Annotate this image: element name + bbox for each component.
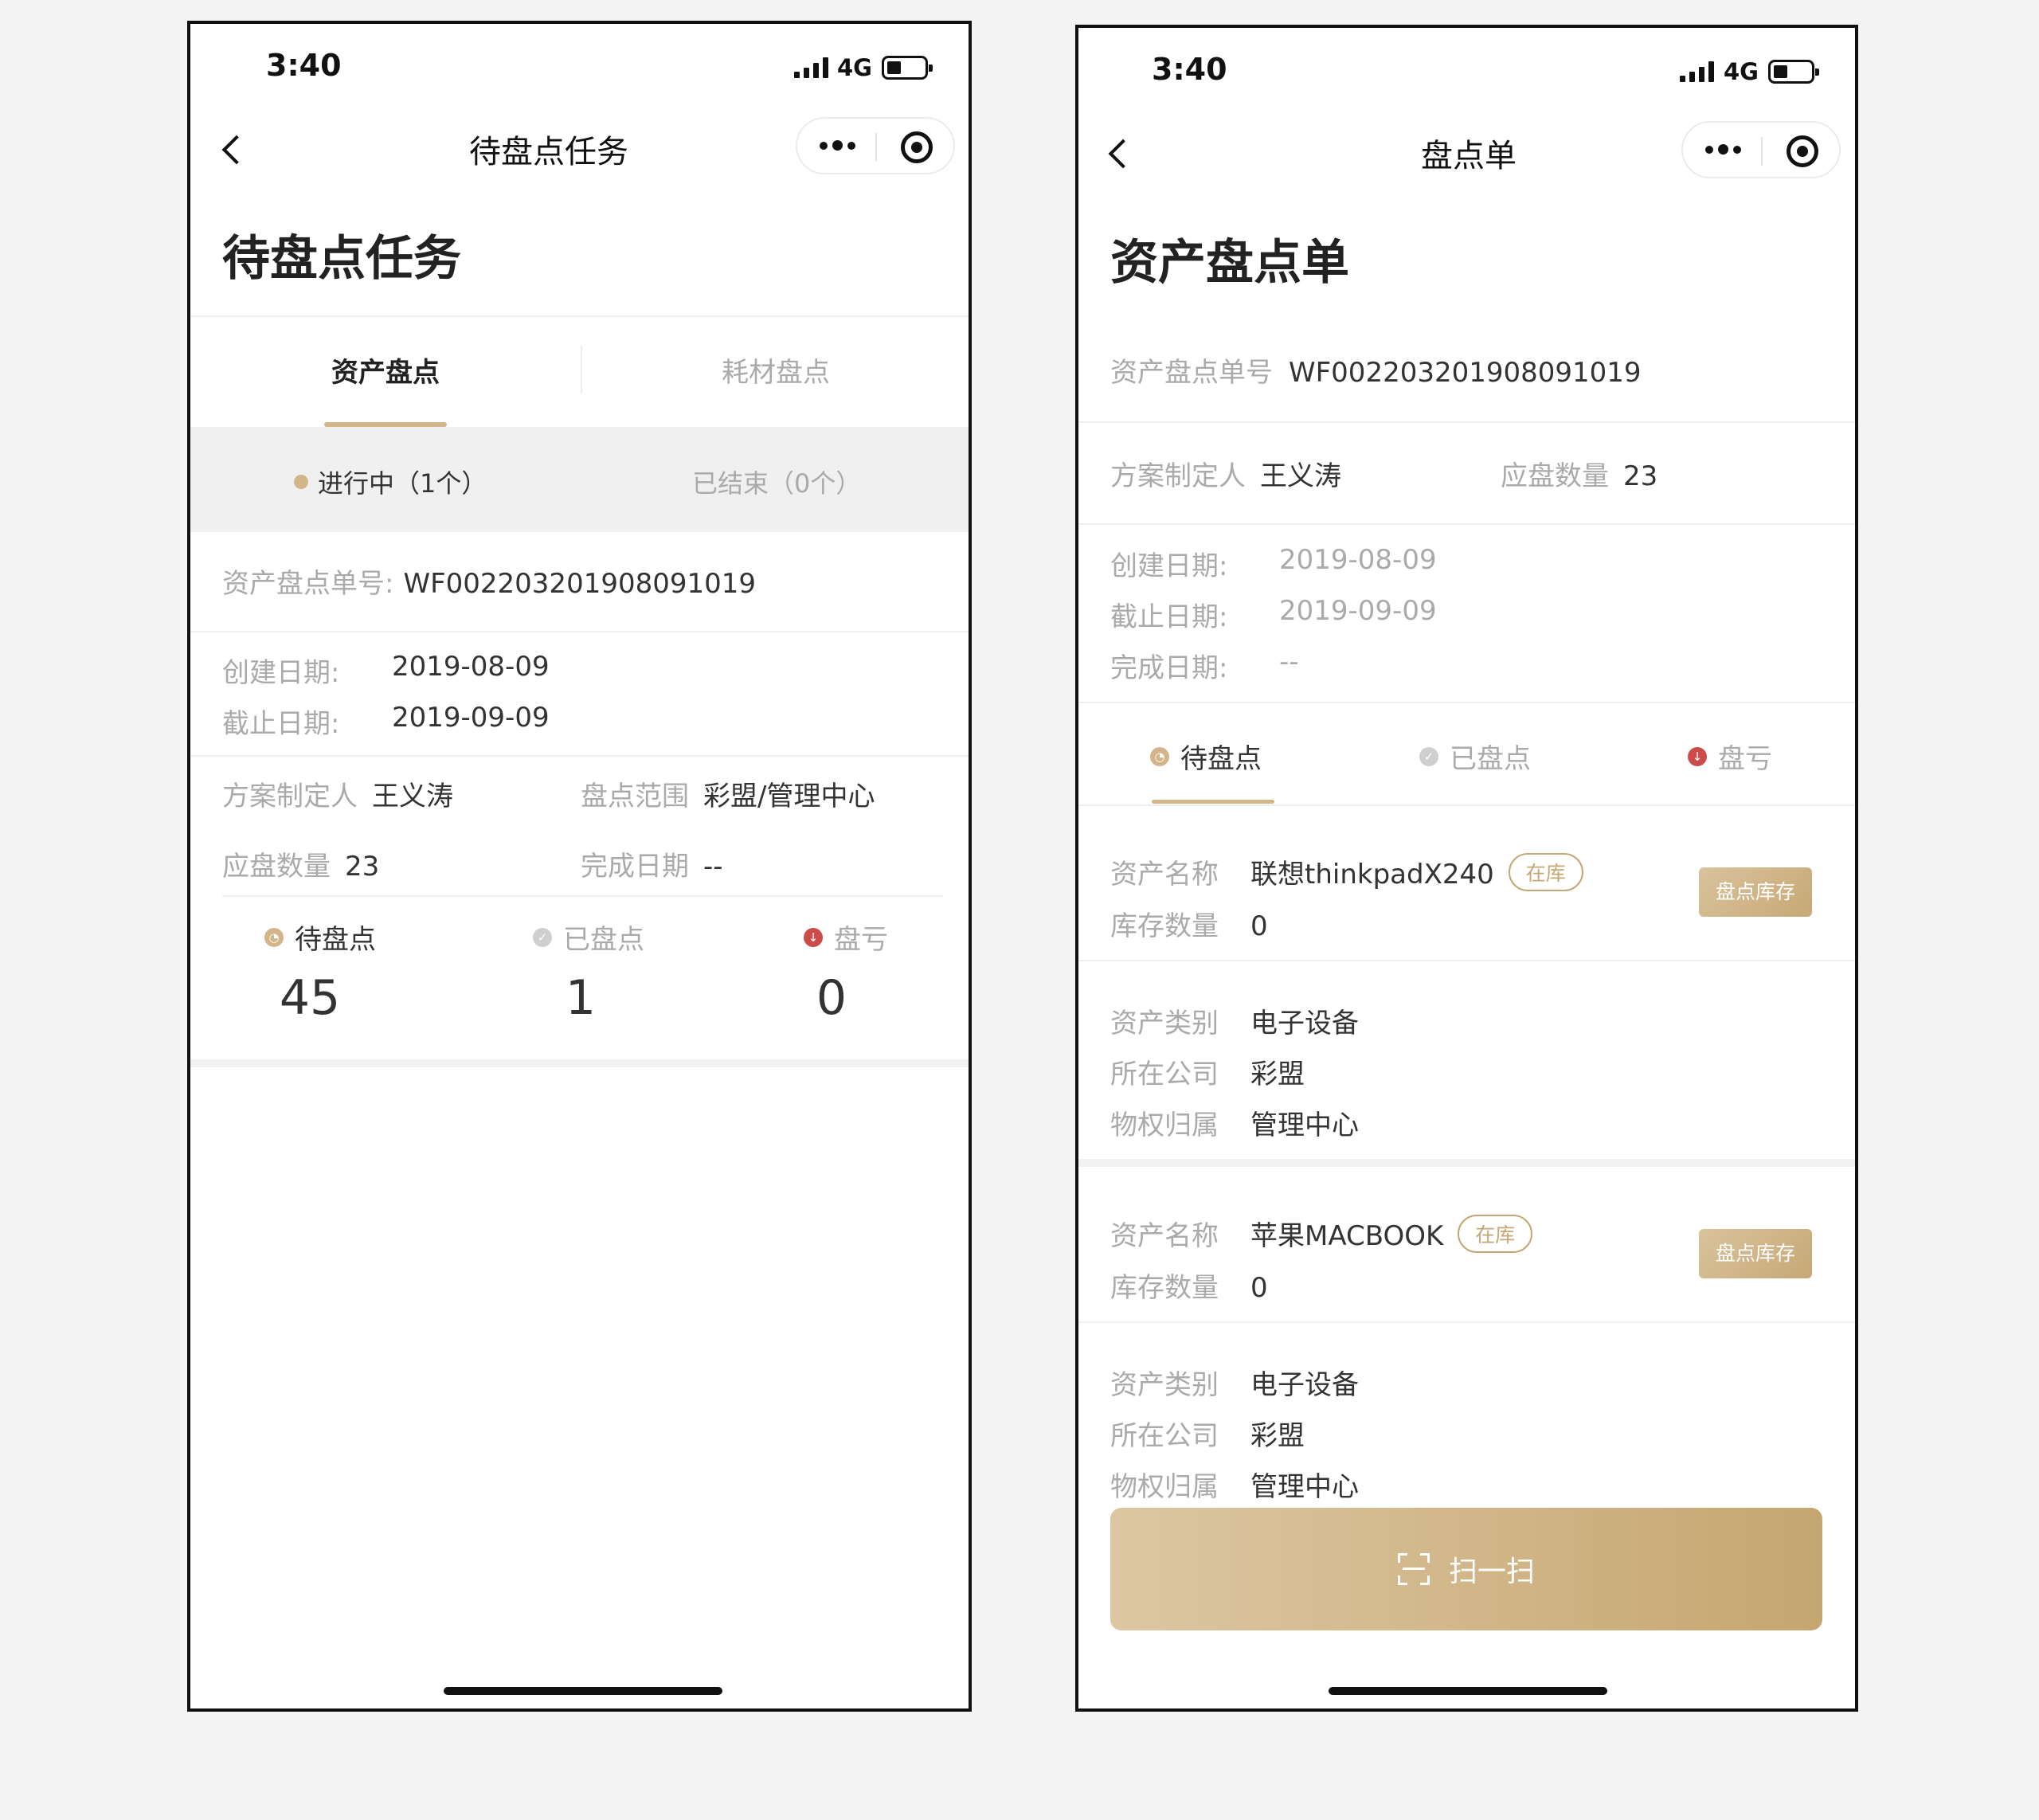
stat-done-value: 1 <box>565 970 597 1026</box>
network-label: 4G <box>837 54 872 81</box>
stat-loss-label: ↓ 盘亏 <box>804 918 888 957</box>
created-date-value: 2019-08-09 <box>1279 544 1437 576</box>
tab-loss[interactable]: ↓ 盘亏 <box>1688 737 1772 776</box>
stat-loss-value: 0 <box>816 970 847 1026</box>
in-stock-badge: 在库 <box>1508 852 1583 891</box>
stat-done-label: ✓ 已盘点 <box>533 918 644 957</box>
tab-consumables-inventory[interactable]: 耗材盘点 <box>581 350 969 389</box>
page-title: 待盘点任务 <box>222 231 461 287</box>
phone-inventory-sheet: 3:40 4G 盘点单 资产盘点单 资产盘点单号 WF00220320190809… <box>1075 25 1858 1712</box>
in-progress-dot-icon <box>294 475 308 489</box>
planner-row: 方案制定人 王义涛 <box>222 781 453 812</box>
mini-program-capsule <box>796 117 955 174</box>
more-icon[interactable] <box>820 140 855 151</box>
network-label: 4G <box>1724 58 1759 85</box>
status-time: 3:40 <box>1152 52 1227 87</box>
tab-done[interactable]: ✓ 已盘点 <box>1419 737 1531 776</box>
created-date-label: 创建日期: <box>1110 550 1228 582</box>
arrow-down-icon: ↓ <box>804 927 823 947</box>
filter-in-progress[interactable]: 进行中（1个） <box>294 464 487 500</box>
more-icon[interactable] <box>1705 144 1741 155</box>
phone-pending-tasks: 3:40 4G 待盘点任务 待盘点任务 资产盘点 耗材盘点 进行中（1个） 已结… <box>187 21 972 1712</box>
close-target-icon[interactable] <box>1787 135 1818 167</box>
order-number-row: 资产盘点单号 WF002203201908091019 <box>1110 357 1642 389</box>
asset-owner-row: 物权归属 管理中心 <box>1110 1110 1359 1141</box>
quantity-row: 应盘数量 23 <box>222 851 380 883</box>
in-stock-badge: 在库 <box>1458 1214 1533 1253</box>
asset-owner-row: 物权归属 管理中心 <box>1110 1471 1359 1503</box>
close-target-icon[interactable] <box>901 131 933 163</box>
asset-stock-row: 库存数量 0 <box>1110 1272 1268 1304</box>
home-indicator <box>1329 1687 1607 1695</box>
arrow-down-icon: ↓ <box>1688 746 1707 766</box>
battery-icon <box>882 56 933 80</box>
check-icon: ✓ <box>1419 746 1438 766</box>
created-date-value: 2019-08-09 <box>392 651 550 683</box>
asset-company-row: 所在公司 彩盟 <box>1110 1059 1305 1090</box>
asset-name-row: 资产名称 联想thinkpadX240 在库 <box>1110 852 1583 891</box>
asset-name-row: 资产名称 苹果MACBOOK 在库 <box>1110 1214 1533 1253</box>
battery-icon <box>1768 60 1819 84</box>
page-title: 资产盘点单 <box>1110 235 1349 291</box>
scan-button[interactable]: 扫一扫 <box>1110 1508 1822 1630</box>
stat-pending-label: ◔ 待盘点 <box>264 918 376 957</box>
signal-icon <box>794 57 828 78</box>
stat-pending-value: 45 <box>279 970 341 1026</box>
mini-program-capsule <box>1681 121 1841 178</box>
count-stock-button[interactable]: 盘点库存 <box>1699 1229 1812 1278</box>
quantity-row: 应盘数量 23 <box>1501 460 1658 492</box>
created-date-label: 创建日期: <box>222 657 340 689</box>
clock-icon: ◔ <box>1150 746 1169 766</box>
active-tab-indicator <box>1152 800 1274 804</box>
tab-pending[interactable]: ◔ 待盘点 <box>1150 737 1262 776</box>
check-icon: ✓ <box>533 927 552 947</box>
nav-title: 盘点单 <box>1421 138 1517 174</box>
scan-icon <box>1397 1553 1430 1585</box>
finished-date-row: 完成日期 -- <box>581 851 723 883</box>
deadline-value: 2019-09-09 <box>392 702 550 734</box>
tab-asset-inventory[interactable]: 资产盘点 <box>190 350 581 389</box>
nav-title: 待盘点任务 <box>469 134 628 170</box>
asset-category-row: 资产类别 电子设备 <box>1110 1008 1359 1039</box>
deadline-value: 2019-09-09 <box>1279 595 1437 627</box>
signal-icon <box>1680 61 1714 82</box>
clock-icon: ◔ <box>264 927 284 947</box>
asset-stock-row: 库存数量 0 <box>1110 910 1268 942</box>
back-icon[interactable] <box>1108 139 1138 169</box>
back-icon[interactable] <box>221 135 252 165</box>
home-indicator <box>444 1687 722 1695</box>
finished-date-value: -- <box>1279 646 1299 678</box>
filter-finished[interactable]: 已结束（0个） <box>692 464 861 500</box>
status-time: 3:40 <box>266 48 342 83</box>
planner-row: 方案制定人 王义涛 <box>1110 460 1341 492</box>
deadline-label: 截止日期: <box>222 708 340 740</box>
order-number-row[interactable]: 资产盘点单号: WF002203201908091019 <box>222 562 756 601</box>
deadline-label: 截止日期: <box>1110 601 1228 633</box>
asset-category-row: 资产类别 电子设备 <box>1110 1369 1359 1401</box>
asset-company-row: 所在公司 彩盟 <box>1110 1420 1305 1452</box>
count-stock-button[interactable]: 盘点库存 <box>1699 867 1812 917</box>
scope-row: 盘点范围 彩盟/管理中心 <box>581 781 875 812</box>
finished-date-label: 完成日期: <box>1110 652 1228 684</box>
